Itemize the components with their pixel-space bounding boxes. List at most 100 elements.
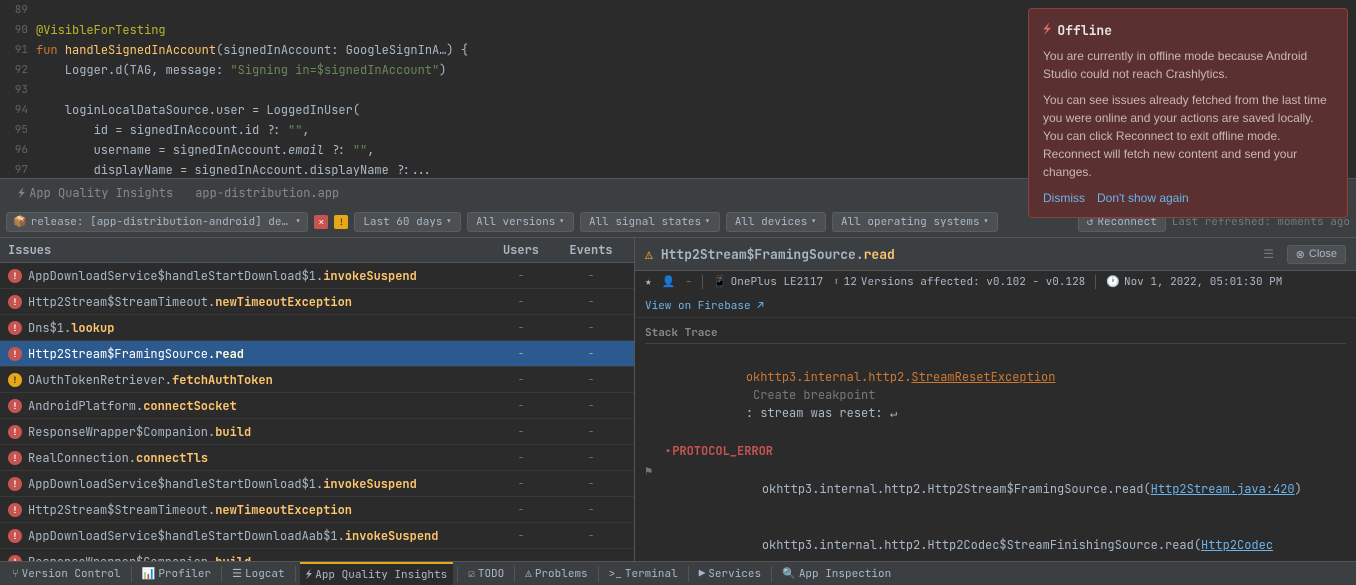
release-icon: 📦 xyxy=(13,215,27,229)
signal-states-label: All signal states xyxy=(589,215,701,229)
versions-chevron: ▾ xyxy=(558,215,565,229)
release-chevron: ▾ xyxy=(295,215,302,229)
error-icon: ! xyxy=(8,503,22,517)
tab-app-dist[interactable]: app-distribution.app xyxy=(185,182,349,204)
signal-states-chevron: ▾ xyxy=(704,215,711,229)
error-icon: ! xyxy=(8,321,22,335)
status-app-inspection[interactable]: 🔍 App Inspection xyxy=(776,562,897,585)
error-icon: ! xyxy=(8,347,22,361)
terminal-icon: >_ xyxy=(609,567,622,581)
detail-panel: ⚠ Http2Stream$FramingSource.read ☰ ⊗ Clo… xyxy=(635,238,1356,561)
clock-icon: 🕐 xyxy=(1106,275,1120,289)
offline-popup: ⚡ Offline You are currently in offline m… xyxy=(1028,8,1348,178)
warn-icon: ! xyxy=(8,373,22,387)
aqi-tab-label: App Quality Insights xyxy=(29,185,173,201)
stack-link[interactable]: Http2Stream.java:420 xyxy=(1151,481,1295,497)
close-detail-button[interactable]: ⊗ Close xyxy=(1287,245,1346,264)
detail-warn-icon: ⚠ xyxy=(645,246,653,263)
table-row[interactable]: ! Http2Stream$StreamTimeout.newTimeoutEx… xyxy=(0,289,634,315)
user-icon: 👤 xyxy=(662,275,676,289)
aqi-tab-icon: ⚡ xyxy=(18,185,25,201)
offline-body-2: You can see issues already fetched from … xyxy=(1043,91,1333,178)
table-row[interactable]: ! Http2Stream$StreamTimeout.newTimeoutEx… xyxy=(0,497,634,523)
signal-states-dropdown[interactable]: All signal states ▾ xyxy=(580,212,720,232)
table-row[interactable]: ! AppDownloadService$handleStartDownload… xyxy=(0,523,634,549)
tab-aqi[interactable]: ⚡ App Quality Insights xyxy=(8,182,183,204)
col-events-label: Events xyxy=(556,242,626,258)
app-inspection-icon: 🔍 xyxy=(782,567,796,581)
table-row[interactable]: ! AndroidPlatform.connectSocket - - xyxy=(0,393,634,419)
devices-chevron: ▾ xyxy=(810,215,817,229)
status-profiler[interactable]: 📊 Profiler xyxy=(136,562,218,585)
offline-title: Offline xyxy=(1057,22,1112,39)
error-icon: ! xyxy=(8,451,22,465)
stack-trace-label: Stack Trace xyxy=(645,326,1346,344)
col-users-label: Users xyxy=(486,242,556,258)
warn-button[interactable]: ! xyxy=(334,215,348,229)
list-item: ⚑ okhttp3.internal.http2.Http2Stream$Fra… xyxy=(645,462,1346,516)
col-issues-label: Issues xyxy=(8,242,486,258)
star-icon: ★ xyxy=(645,275,652,289)
release-selector[interactable]: 📦 release: [app-distribution-android] de… xyxy=(6,212,308,232)
versions-label: All versions xyxy=(476,215,555,229)
status-services[interactable]: ▶ Services xyxy=(693,562,767,585)
os-dropdown[interactable]: All operating systems ▾ xyxy=(832,212,998,232)
status-problems[interactable]: ⚠ Problems xyxy=(519,562,593,585)
os-chevron: ▾ xyxy=(983,215,990,229)
release-label: release: [app-distribution-android] dev.… xyxy=(31,215,291,229)
versions-dropdown[interactable]: All versions ▾ xyxy=(467,212,574,232)
status-version-control[interactable]: ⑂ Version Control xyxy=(6,562,127,585)
profiler-icon: 📊 xyxy=(142,567,156,581)
devices-dropdown[interactable]: All devices ▾ xyxy=(726,212,826,232)
detail-title: Http2Stream$FramingSource.read xyxy=(661,246,1251,263)
status-aqi[interactable]: ⚡ App Quality Insights xyxy=(300,562,454,585)
detail-meta: ★ 👤 - 📱 OnePlus LE2117 ⬆ 12 Versions aff… xyxy=(635,271,1356,318)
table-row[interactable]: ! Http2Stream$FramingSource.read - - xyxy=(0,341,634,367)
issues-panel: Issues Users Events ! AppDownloadService… xyxy=(0,238,635,561)
os-label: All operating systems xyxy=(841,215,980,229)
table-row[interactable]: ! AppDownloadService$handleStartDownload… xyxy=(0,471,634,497)
version-control-icon: ⑂ xyxy=(12,567,19,581)
logcat-icon: ☰ xyxy=(232,567,242,581)
close-icon: ⊗ xyxy=(1296,248,1305,261)
table-row[interactable]: ! OAuthTokenRetriever.fetchAuthToken - - xyxy=(0,367,634,393)
error-icon: ! xyxy=(8,425,22,439)
table-row[interactable]: ! RealConnection.connectTls - - xyxy=(0,445,634,471)
todo-icon: ☑ xyxy=(468,567,475,581)
aqi-status-icon: ⚡ xyxy=(306,568,313,582)
stack-trace-area: Stack Trace okhttp3.internal.http2.Strea… xyxy=(635,318,1356,561)
error-icon: ! xyxy=(8,477,22,491)
problems-icon: ⚠ xyxy=(525,567,532,581)
status-terminal[interactable]: >_ Terminal xyxy=(603,562,684,585)
issues-list: ! AppDownloadService$handleStartDownload… xyxy=(0,263,634,561)
table-row[interactable]: ! ResponseWrapper$Companion.build - - xyxy=(0,549,634,561)
stack-link[interactable]: Http2Codec xyxy=(1201,537,1273,553)
list-item: okhttp3.internal.http2.Http2Codec$Stream… xyxy=(645,518,1346,561)
close-filter-button[interactable]: ✕ xyxy=(314,215,328,229)
datetime-info: 🕐 Nov 1, 2022, 05:01:30 PM xyxy=(1106,275,1282,289)
table-row[interactable]: ! Dns$1.lookup - - xyxy=(0,315,634,341)
detail-header: ⚠ Http2Stream$FramingSource.read ☰ ⊗ Clo… xyxy=(635,238,1356,271)
list-view-icon[interactable]: ☰ xyxy=(1259,244,1279,264)
services-icon: ▶ xyxy=(699,567,706,581)
devices-label: All devices xyxy=(735,215,808,229)
status-logcat[interactable]: ☰ Logcat xyxy=(226,562,290,585)
phone-icon: 📱 xyxy=(713,275,727,289)
app-dist-tab-label: app-distribution.app xyxy=(195,185,339,201)
view-firebase-link[interactable]: View on Firebase ↗ xyxy=(645,299,764,313)
time-range-dropdown[interactable]: Last 60 days ▾ xyxy=(354,212,461,232)
table-row[interactable]: ! AppDownloadService$handleStartDownload… xyxy=(0,263,634,289)
list-item: okhttp3.internal.http2.StreamResetExcept… xyxy=(645,350,1346,440)
versions-info: ⬆ 12 Versions affected: v0.102 - v0.128 xyxy=(833,275,1085,289)
content-area: Issues Users Events ! AppDownloadService… xyxy=(0,238,1356,561)
device-info: 📱 OnePlus LE2117 xyxy=(713,275,823,289)
table-row[interactable]: ! ResponseWrapper$Companion.build - - xyxy=(0,419,634,445)
list-item: ▸PROTOCOL_ERROR xyxy=(645,442,1346,460)
issues-header: Issues Users Events xyxy=(0,238,634,263)
time-range-chevron: ▾ xyxy=(446,215,453,229)
status-todo[interactable]: ☑ TODO xyxy=(462,562,510,585)
error-icon: ! xyxy=(8,269,22,283)
code-editor: 89 90 @VisibleForTesting 91 fun handleSi… xyxy=(0,0,1356,178)
versions-icon: ⬆ xyxy=(833,275,840,289)
error-icon: ! xyxy=(8,399,22,413)
